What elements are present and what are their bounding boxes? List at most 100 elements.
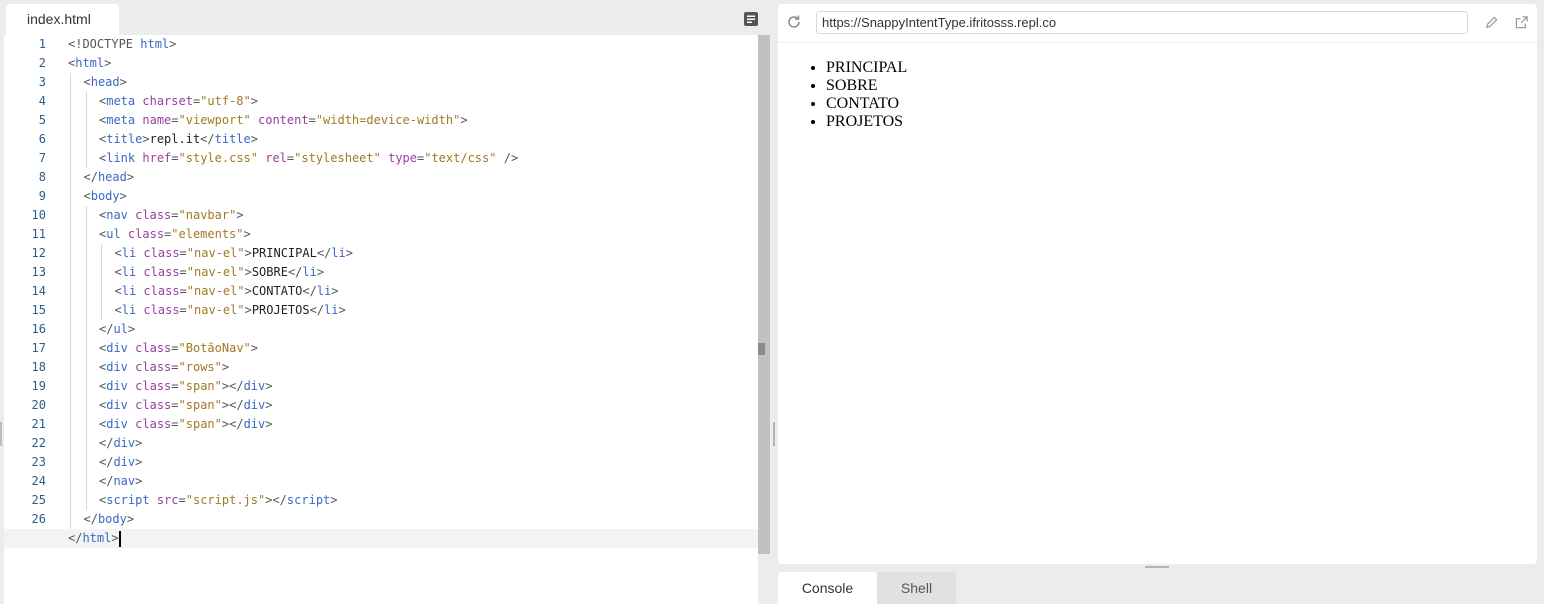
indent-guide xyxy=(70,396,71,415)
code-token: > xyxy=(244,284,252,298)
code-line[interactable]: <!DOCTYPE html> xyxy=(68,35,758,54)
indent-guide xyxy=(101,301,102,320)
code-line[interactable]: </div> xyxy=(68,453,758,472)
code-line[interactable]: <meta charset="utf-8"> xyxy=(68,92,758,111)
code-line[interactable]: </html> xyxy=(4,529,758,548)
indent-guide xyxy=(70,377,71,396)
code-token: "nav-el" xyxy=(186,265,245,279)
code-line[interactable]: <title>repl.it</title> xyxy=(68,130,758,149)
line-number: 19 xyxy=(31,379,46,393)
code-token: li xyxy=(324,303,339,317)
code-token: div xyxy=(106,341,128,355)
code-token: = xyxy=(179,265,187,279)
code-line[interactable]: <meta name="viewport" content="width=dev… xyxy=(68,111,758,130)
code-token: > xyxy=(119,189,127,203)
code-token: </ xyxy=(83,170,98,184)
code-line[interactable]: <div class="BotãoNav"> xyxy=(68,339,758,358)
line-number: 21 xyxy=(31,417,46,431)
code-token: </ xyxy=(309,303,325,317)
code-token: div xyxy=(113,436,136,450)
line-number: 2 xyxy=(38,56,46,70)
code-line[interactable]: <html> xyxy=(68,54,758,73)
external-link-icon[interactable] xyxy=(1514,15,1529,30)
code-line[interactable]: <li class="nav-el">SOBRE</li> xyxy=(68,263,758,282)
code-line[interactable]: <link href="style.css" rel="stylesheet" … xyxy=(68,149,758,168)
code-token: div xyxy=(106,379,128,393)
code-line[interactable]: <head> xyxy=(68,73,758,92)
preview-nav-list: PRINCIPAL SOBRE CONTATO PROJETOS xyxy=(826,59,907,131)
code-line[interactable]: <div class="span"></div> xyxy=(68,415,758,434)
tab-console[interactable]: Console xyxy=(778,572,877,604)
indent-guide xyxy=(85,111,87,130)
code-line[interactable]: </nav> xyxy=(68,472,758,491)
pane-divider[interactable] xyxy=(771,0,778,604)
code-token: </ xyxy=(287,265,303,279)
editor-scrollbar[interactable] xyxy=(758,35,770,554)
browser-preview-pane: https://SnappyIntentType.ifritosss.repl.… xyxy=(778,4,1537,564)
line-number: 6 xyxy=(38,132,46,146)
code-line[interactable]: </body> xyxy=(68,510,758,529)
code-token: class xyxy=(143,303,180,317)
indent-guide xyxy=(101,282,102,301)
code-token: = xyxy=(171,398,179,412)
indent-guide xyxy=(70,92,71,111)
indent-guide xyxy=(70,453,71,472)
code-line[interactable]: </ul> xyxy=(68,320,758,339)
code-line[interactable]: <body> xyxy=(68,187,758,206)
code-token: meta xyxy=(106,94,136,108)
preview-list-item: CONTATO xyxy=(826,95,907,113)
code-token: content xyxy=(258,113,309,127)
code-line[interactable]: <li class="nav-el">CONTATO</li> xyxy=(68,282,758,301)
indent-guide xyxy=(70,130,71,149)
indent-guide xyxy=(70,168,71,187)
code-token: > xyxy=(244,246,252,260)
code-token: > xyxy=(460,113,468,127)
code-token: </ xyxy=(302,284,317,298)
code-token: > xyxy=(345,246,353,260)
code-token: > xyxy=(236,208,244,222)
code-line[interactable]: <script src="script.js"></script> xyxy=(68,491,758,510)
indent-guide xyxy=(85,92,87,111)
line-number: 12 xyxy=(31,246,46,260)
line-number: 23 xyxy=(31,455,46,469)
code-token: nav xyxy=(113,474,136,488)
indent-guide xyxy=(70,206,71,225)
code-line[interactable]: <div class="rows"> xyxy=(68,358,758,377)
indent-guide xyxy=(85,301,87,320)
code-token: = xyxy=(171,360,179,374)
code-line[interactable]: <li class="nav-el">PROJETOS</li> xyxy=(68,301,758,320)
code-lines[interactable]: <!DOCTYPE html> <html> <head> <meta charset… xyxy=(4,35,758,548)
code-token: href xyxy=(142,151,172,165)
code-line[interactable]: <nav class="navbar"> xyxy=(68,206,758,225)
code-line[interactable]: <div class="span"></div> xyxy=(68,396,758,415)
file-tab-index-html[interactable]: index.html xyxy=(6,4,119,35)
console-resize-handle[interactable] xyxy=(1145,566,1169,568)
code-token: = xyxy=(171,113,179,127)
code-line[interactable]: <div class="span"></div> xyxy=(68,377,758,396)
code-token: < xyxy=(114,303,122,317)
tab-shell[interactable]: Shell xyxy=(877,572,956,604)
code-token: ></ xyxy=(221,379,244,393)
editor-scroll-thumb[interactable] xyxy=(758,343,765,355)
reload-icon[interactable] xyxy=(786,14,802,30)
code-line[interactable]: <li class="nav-el">PRINCIPAL</li> xyxy=(68,244,758,263)
line-number: 20 xyxy=(31,398,46,412)
code-token: > xyxy=(250,94,258,108)
pencil-icon[interactable] xyxy=(1484,15,1499,30)
left-resize-handle[interactable] xyxy=(0,422,2,446)
code-token: "nav-el" xyxy=(186,303,245,317)
code-token: </ xyxy=(68,531,83,545)
browser-toolbar: https://SnappyIntentType.ifritosss.repl.… xyxy=(778,4,1537,43)
code-line[interactable]: </div> xyxy=(68,434,758,453)
url-bar[interactable]: https://SnappyIntentType.ifritosss.repl.… xyxy=(816,11,1468,34)
indent-guide xyxy=(85,282,87,301)
code-line[interactable]: <ul class="elements"> xyxy=(68,225,758,244)
code-editor[interactable]: 1 2 3 4 5 6 7 8 9 10 11 12 13 14 15 16 17 18 19 20 21 22 23 24 2… xyxy=(4,35,758,604)
list-icon[interactable] xyxy=(743,11,759,27)
divider-grip-icon[interactable] xyxy=(773,422,775,446)
code-token: "utf-8" xyxy=(200,94,251,108)
code-line[interactable]: </head> xyxy=(68,168,758,187)
code-token: "style.css" xyxy=(178,151,258,165)
code-token: > xyxy=(265,398,273,412)
